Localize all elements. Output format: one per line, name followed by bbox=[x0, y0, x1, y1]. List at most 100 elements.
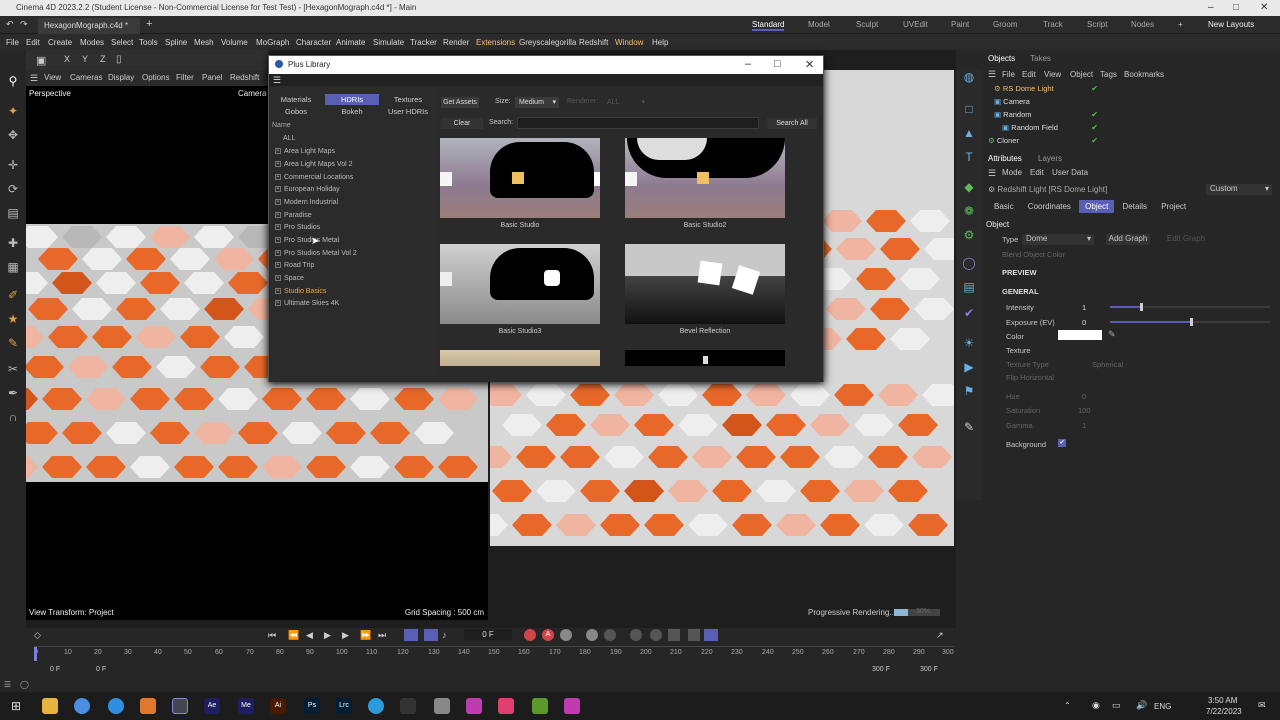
snap-icon[interactable]: ▦ bbox=[4, 258, 22, 276]
illustrator-icon[interactable]: Ai bbox=[270, 698, 286, 714]
exposure-value[interactable]: 0 bbox=[1082, 318, 1086, 327]
expand-icon[interactable]: + bbox=[275, 300, 281, 307]
attributes-hamburger-icon[interactable]: ☰ bbox=[988, 168, 996, 179]
menu-character[interactable]: Character bbox=[296, 38, 331, 47]
timeline-ruler[interactable]: 0 10 20 30 40 50 60 70 80 90 100 110 120… bbox=[34, 646, 954, 661]
prev-frame-icon[interactable]: ◀ bbox=[306, 630, 313, 641]
live-selection-icon[interactable]: ✦ bbox=[4, 102, 22, 120]
edge-icon[interactable] bbox=[108, 698, 124, 714]
texture-type-value[interactable]: Spherical bbox=[1092, 360, 1123, 369]
expand-icon[interactable]: + bbox=[275, 237, 281, 244]
tab-bokeh[interactable]: Bokeh bbox=[325, 106, 379, 117]
viewport-menu-view[interactable]: View bbox=[44, 73, 61, 82]
live-select-icon[interactable]: ◍ bbox=[960, 70, 978, 88]
timeline-expand-icon[interactable]: ↗ bbox=[936, 630, 944, 641]
subtab-details[interactable]: Details bbox=[1117, 200, 1153, 213]
object-icon[interactable]: ▲ bbox=[960, 126, 978, 144]
scale-key-icon[interactable] bbox=[604, 629, 616, 641]
expand-icon[interactable]: + bbox=[275, 199, 281, 206]
current-frame-field[interactable]: 0 F bbox=[464, 629, 512, 641]
tab-textures[interactable]: Textures bbox=[381, 94, 435, 105]
epic-games-icon[interactable] bbox=[400, 698, 416, 714]
category-item-selected[interactable]: + Studio Basics bbox=[275, 286, 326, 298]
plus-minimize-icon[interactable]: – bbox=[745, 58, 751, 70]
range-end-field[interactable]: 300 F bbox=[920, 666, 938, 673]
add-graph-button[interactable]: Add Graph bbox=[1106, 234, 1150, 245]
objects-menu-view[interactable]: View bbox=[1044, 70, 1061, 79]
eyedropper-icon[interactable]: ✎ bbox=[1108, 329, 1116, 340]
layout-tab-standard[interactable]: Standard bbox=[752, 20, 785, 31]
keyframe-selection-icon[interactable] bbox=[560, 629, 572, 641]
app-icon[interactable] bbox=[434, 698, 450, 714]
pla-key-icon[interactable] bbox=[668, 629, 680, 641]
expand-icon[interactable]: + bbox=[275, 186, 281, 193]
size-dropdown[interactable]: Medium ▾ bbox=[515, 97, 559, 108]
preset-dropdown[interactable]: Custom ▾ bbox=[1206, 184, 1272, 195]
viewport-menu-panel[interactable]: Panel bbox=[202, 73, 222, 82]
menu-modes[interactable]: Modes bbox=[80, 38, 104, 47]
menu-edit[interactable]: Edit bbox=[26, 38, 40, 47]
plus-library-titlebar[interactable]: Plus Library – □ ✕ bbox=[269, 56, 823, 74]
light-icon[interactable]: ☀ bbox=[960, 336, 978, 354]
object-row[interactable]: ▣ Random Field ✔ bbox=[986, 121, 1278, 134]
status-info-icon[interactable]: ◯ bbox=[20, 680, 29, 689]
magnet-icon[interactable]: ∩ bbox=[4, 408, 22, 426]
hdri-thumbnail[interactable] bbox=[440, 138, 600, 218]
enabled-check-icon[interactable]: ✔ bbox=[1091, 121, 1098, 134]
expand-icon[interactable]: + bbox=[275, 262, 281, 269]
tab-attributes[interactable]: Attributes bbox=[988, 154, 1022, 163]
objects-menu-tags[interactable]: Tags bbox=[1100, 70, 1117, 79]
get-assets-button[interactable]: Get Assets bbox=[441, 97, 479, 108]
menu-simulate[interactable]: Simulate bbox=[373, 38, 404, 47]
search-icon[interactable]: ⚲ bbox=[4, 72, 22, 90]
wifi-icon[interactable]: ◉ bbox=[1092, 700, 1100, 711]
viewport-menu-display[interactable]: Display bbox=[108, 73, 134, 82]
hdri-thumbnail[interactable] bbox=[625, 244, 785, 324]
tab-takes[interactable]: Takes bbox=[1030, 54, 1051, 63]
tab-hdris[interactable]: HDRIs bbox=[325, 94, 379, 105]
category-item[interactable]: + Pro Studios Metal Vol 2 bbox=[275, 248, 357, 260]
axis-y-icon[interactable]: Y bbox=[82, 54, 88, 64]
hue-value[interactable]: 0 bbox=[1082, 392, 1086, 401]
hdri-thumbnail[interactable] bbox=[625, 138, 785, 218]
language-indicator[interactable]: ENG bbox=[1154, 702, 1171, 711]
category-item[interactable]: + Pro Studios bbox=[275, 222, 320, 234]
type-dropdown[interactable]: Dome ▾ bbox=[1022, 234, 1094, 245]
cube-icon[interactable]: □ bbox=[960, 102, 978, 120]
category-item[interactable]: + European Holiday bbox=[275, 184, 340, 196]
brush-icon[interactable]: ✐ bbox=[4, 286, 22, 304]
scale-icon[interactable]: ▤ bbox=[4, 204, 22, 222]
object-row[interactable]: ▣ Camera bbox=[986, 95, 1278, 108]
prev-key-icon[interactable]: ⏪ bbox=[288, 630, 299, 641]
intensity-slider[interactable] bbox=[1110, 303, 1270, 311]
attributes-menu-mode[interactable]: Mode bbox=[1002, 168, 1022, 177]
hdri-thumbnail[interactable] bbox=[625, 350, 785, 366]
category-item[interactable]: + Commercial Locations bbox=[275, 172, 353, 184]
menu-file[interactable]: File bbox=[6, 38, 19, 47]
clear-button[interactable]: Clear bbox=[441, 118, 483, 129]
layout-tab-groom[interactable]: Groom bbox=[993, 20, 1017, 29]
subtab-object[interactable]: Object bbox=[1079, 200, 1115, 213]
text-icon[interactable]: T bbox=[960, 150, 978, 168]
renderer-dropdown[interactable]: ALL ▾ bbox=[603, 97, 647, 108]
document-tab[interactable]: HexagonMograph.c4d * bbox=[38, 18, 140, 34]
objects-menu-object[interactable]: Object bbox=[1070, 70, 1093, 79]
after-effects-icon[interactable]: Ae bbox=[204, 698, 220, 714]
menu-tools[interactable]: Tools bbox=[139, 38, 158, 47]
category-item[interactable]: + Area Light Maps bbox=[275, 146, 335, 158]
menu-greyscalegorilla[interactable]: Greyscalegorilla bbox=[519, 38, 576, 47]
tab-objects[interactable]: Objects bbox=[988, 54, 1015, 63]
minimize-icon[interactable]: – bbox=[1208, 2, 1214, 13]
tray-chevron-icon[interactable]: ⌃ bbox=[1064, 701, 1071, 710]
hdri-thumbnail[interactable] bbox=[440, 350, 600, 366]
color-swatch[interactable] bbox=[1058, 330, 1102, 340]
point-level-icon[interactable] bbox=[688, 629, 700, 641]
subtab-coordinates[interactable]: Coordinates bbox=[1022, 200, 1077, 213]
search-input[interactable] bbox=[517, 117, 759, 129]
menu-spline[interactable]: Spline bbox=[165, 38, 187, 47]
axis-icon[interactable]: ✚ bbox=[4, 234, 22, 252]
category-all[interactable]: ALL bbox=[283, 133, 295, 145]
paint-icon[interactable]: ✎ bbox=[4, 334, 22, 352]
undo-icon[interactable]: ↶ bbox=[6, 19, 14, 30]
video-camera-icon[interactable]: ▶ bbox=[960, 360, 978, 378]
